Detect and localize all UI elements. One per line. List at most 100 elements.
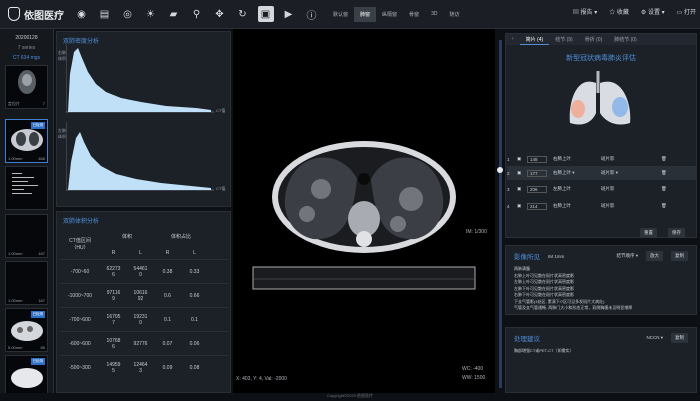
ct-viewport[interactable]: [233, 29, 495, 393]
finding-type[interactable]: 斑片影 ▾: [601, 170, 661, 176]
mode-default[interactable]: 默认窗: [327, 7, 354, 22]
series-thumb[interactable]: 已检测 5.00mm 85: [5, 308, 48, 352]
slice-handle[interactable]: [497, 167, 503, 173]
zoom-icon[interactable]: ⚲: [189, 6, 205, 22]
covid-assessment-title: 新型冠状病毒肺炎评估: [566, 55, 636, 62]
play-icon[interactable]: ▶: [281, 6, 297, 22]
study-date: 20200128: [15, 35, 38, 41]
cell: 62273 6: [106, 265, 121, 278]
checkbox[interactable]: ▣: [517, 170, 527, 176]
findings-text[interactable]: 两肺满腹 右肺上叶可见散在斑片状高密度影 左肺上叶可见散在斑片状高密度影 左肺下…: [506, 266, 696, 312]
finding-row[interactable]: 4 ▣ 214 右肺上叶 斑片影 🗑: [507, 199, 697, 213]
finding-slice: 148: [527, 155, 547, 163]
mode-followup[interactable]: 随访: [443, 7, 465, 22]
col-r: R: [165, 249, 170, 256]
advice-text[interactable]: 胸部增强CT或PET-CT（如需实）: [506, 348, 696, 355]
cell: 0.33: [189, 268, 200, 275]
gear-icon: ⚙: [640, 10, 648, 16]
copy-button[interactable]: 复制: [671, 251, 688, 261]
finding-type: 斑片影: [601, 156, 615, 161]
open-button[interactable]: ▭ 打开: [677, 7, 696, 16]
settings-menu[interactable]: ⚙ 设置 ▾: [641, 7, 665, 16]
cell: 0.1: [164, 316, 171, 323]
finding-row[interactable]: 2 ▣ 177 右肺上叶 ▾ 斑片影 ▾ 🗑: [507, 166, 697, 180]
open-label: 打开: [683, 10, 696, 16]
ct-scan-image: [252, 141, 476, 290]
density-curve: [68, 48, 211, 112]
table-row: -1000~700 97116 9 10616 92 0.6 0.66: [60, 283, 228, 307]
brightness-icon[interactable]: ☀: [143, 6, 159, 22]
trash-icon[interactable]: 🗑: [661, 170, 667, 176]
series-thumb[interactable]: 已检测 1.00mm 468: [5, 119, 48, 163]
series-thumb[interactable]: 1.00mm 167: [5, 261, 48, 305]
window-modes: 默认窗 肺窗 纵隔窗 骨窗 3D 随访: [327, 6, 465, 22]
finding-row[interactable]: 1 ▣ 148 右肺上叶 斑片影 🗑: [507, 152, 697, 166]
chart1-xlabel: CT值: [216, 108, 226, 113]
logo-icon: [8, 7, 20, 21]
mode-bone[interactable]: 骨窗: [403, 7, 425, 22]
thumb-count: 167: [38, 251, 45, 256]
cell: 97116 9: [106, 289, 121, 302]
detected-badge: 已检测: [30, 358, 45, 365]
slice-scrollbar[interactable]: [499, 40, 502, 388]
trash-icon[interactable]: 🗑: [661, 203, 667, 209]
col-percent-label: 体积占比: [170, 233, 191, 240]
finding-row[interactable]: 3 ▣ 206 左肺上叶 斑片影 🗑: [507, 182, 697, 196]
col-volume-label: 体积: [121, 233, 132, 240]
tab-lung-nodule[interactable]: 肺结节 (0): [608, 34, 643, 45]
sort-select[interactable]: 结节顺序 ▾: [616, 253, 638, 259]
cell: -700~600: [69, 316, 91, 323]
reset-button[interactable]: 重置: [640, 228, 657, 238]
checkbox[interactable]: ▣: [517, 203, 527, 209]
checkbox[interactable]: ▣: [517, 156, 527, 162]
report-menu[interactable]: ▤ 报告 ▾: [573, 7, 597, 16]
series-thumb[interactable]: 定位片 7: [5, 65, 48, 109]
save-button[interactable]: 保存: [668, 228, 685, 238]
tab-nodules[interactable]: 结节 (9): [549, 34, 579, 45]
save-icon[interactable]: ▣: [257, 6, 274, 22]
advice-panel: 处理建议 NCCN ▾ 复制 胸部增强CT或PET-CT（如需实）: [505, 327, 697, 393]
checkbox[interactable]: ▣: [517, 186, 527, 192]
cell: 12464 3: [133, 361, 148, 374]
finding-index: 1: [507, 156, 510, 162]
finding-index: 4: [507, 203, 510, 209]
thumb-label: 1.00mm: [8, 156, 23, 161]
tab-patches[interactable]: 简片 (4): [519, 34, 550, 45]
record-icon[interactable]: ◉: [74, 6, 90, 22]
layout-icon[interactable]: ▤: [97, 6, 113, 22]
report-line: 气管及支气管通畅, 两肺门大小和形态正常，双侧胸膜未见明显增厚: [514, 305, 633, 310]
cell: 0.66: [189, 292, 200, 299]
tab-prev[interactable]: ‹: [506, 34, 520, 45]
report-label: 报告 ▾: [580, 10, 598, 16]
finding-type: 斑片影: [601, 203, 615, 208]
chart2-xlabel: CT值: [216, 186, 226, 191]
mode-mediastinum[interactable]: 纵隔窗: [376, 7, 403, 22]
eye-icon[interactable]: ◎: [120, 6, 136, 22]
zoom-button[interactable]: 放大: [646, 251, 663, 261]
copy-button[interactable]: 复制: [671, 333, 688, 343]
collect-button[interactable]: ☆ 收藏: [609, 7, 629, 16]
col-volume: 体积 R L: [100, 233, 154, 256]
finding-location[interactable]: 右肺上叶 ▾: [553, 170, 601, 176]
finding-index: 3: [507, 186, 510, 192]
trash-icon[interactable]: 🗑: [661, 156, 667, 162]
move-icon[interactable]: ✥: [212, 6, 228, 22]
folder-icon[interactable]: ▰: [166, 6, 182, 22]
thumb-count: 167: [38, 298, 45, 303]
settings-label: 设置 ▾: [647, 10, 665, 16]
tab-fracture[interactable]: 骨折 (0): [579, 34, 609, 45]
series-thumb[interactable]: [5, 166, 48, 210]
slice-thickness: IM 1mm: [548, 253, 565, 259]
mode-lung[interactable]: 肺窗: [354, 6, 377, 22]
mode-3d[interactable]: 3D: [425, 7, 443, 22]
finding-slice: 177: [527, 169, 547, 177]
cell: -1000~700: [67, 292, 93, 299]
guideline-select[interactable]: NCCN ▾: [646, 335, 663, 341]
refresh-icon[interactable]: ↻: [235, 6, 251, 22]
trash-icon[interactable]: 🗑: [661, 186, 667, 192]
cell: 19231 0: [133, 313, 148, 326]
info-icon[interactable]: ⓘ: [304, 6, 320, 22]
thumb-count: 7: [42, 101, 45, 106]
series-thumb[interactable]: 1.00mm 167: [5, 214, 48, 258]
table-row: -700~600 16705 7 19231 0 0.1 0.1: [60, 307, 228, 331]
